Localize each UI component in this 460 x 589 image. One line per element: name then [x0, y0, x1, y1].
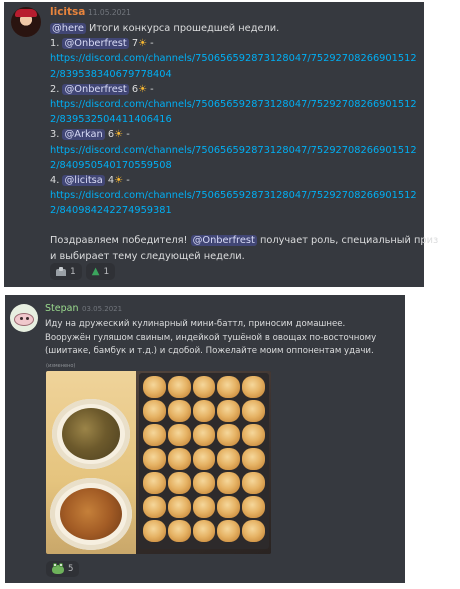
- reactions-bar: 1 ▲ 1: [50, 263, 116, 280]
- result-number: 4.: [50, 174, 60, 186]
- food-photo[interactable]: [46, 371, 271, 554]
- congrats-text-line2: и выбирает тему следующей недели.: [50, 250, 245, 262]
- goulash-container: [50, 478, 132, 550]
- green-up-arrow-icon: ▲: [91, 266, 100, 277]
- reactions-bar: 5: [46, 561, 80, 577]
- message-link-cont[interactable]: 2/839532504411406416: [50, 112, 420, 127]
- sun-icon: ☀: [138, 38, 148, 50]
- sun-icon: ☀: [138, 83, 148, 95]
- dash: -: [126, 129, 130, 141]
- congrats-text: Поздравляем победителя!: [50, 235, 188, 247]
- avatar[interactable]: [10, 304, 38, 332]
- message-link[interactable]: https://discord.com/channels/75065659287…: [50, 143, 420, 158]
- message-card-1: licitsa 11.05.2021 @here Итоги конкурса …: [4, 2, 438, 287]
- message-link-cont[interactable]: 2/840984242274959381: [50, 203, 420, 218]
- result-entry: 2. @Onberfrest 6☀ -: [50, 82, 420, 97]
- message-link[interactable]: https://discord.com/channels/75065659287…: [50, 97, 420, 112]
- reaction-headstone[interactable]: 1: [50, 263, 82, 280]
- message-body: Иду на дружеский кулинарный мини-баттл, …: [45, 318, 400, 359]
- timestamp: 11.05.2021: [88, 8, 131, 17]
- result-entry: 3. @Arkan 6☀ -: [50, 127, 420, 142]
- reaction-count: 5: [68, 564, 74, 574]
- buns-grid: [142, 375, 266, 543]
- avatar[interactable]: [11, 7, 41, 37]
- message-body: @here Итоги конкурса прошедшей недели. 1…: [50, 21, 438, 264]
- stew-container: [52, 399, 130, 469]
- author-name[interactable]: Stepan: [45, 303, 78, 314]
- image-caption: (изменено): [46, 363, 76, 369]
- reaction-count: 1: [103, 266, 110, 277]
- message-link-cont[interactable]: 2/839538340679778404: [50, 67, 420, 82]
- timestamp: 03.05.2021: [82, 305, 123, 313]
- message-link[interactable]: https://discord.com/channels/75065659287…: [50, 51, 420, 66]
- user-mention[interactable]: @Onberfrest: [62, 38, 129, 50]
- result-number: 2.: [50, 83, 60, 95]
- dash: -: [126, 174, 130, 186]
- sun-icon: ☀: [114, 174, 124, 186]
- message-card-2: Stepan 03.05.2021 Иду на дружеский кулин…: [5, 295, 405, 583]
- message-line: (шиитаке, бамбук и т.д.) и сдобой. Пожел…: [45, 346, 374, 357]
- intro-text: Итоги конкурса прошедшей недели.: [89, 23, 280, 34]
- reaction-frog[interactable]: 5: [46, 561, 80, 577]
- frog-icon: [52, 562, 64, 574]
- user-mention[interactable]: @Onberfrest: [62, 83, 129, 95]
- author-name[interactable]: licitsa: [50, 6, 85, 18]
- sun-icon: ☀: [114, 129, 124, 141]
- result-number: 1.: [50, 38, 60, 50]
- reaction-up-arrow[interactable]: ▲ 1: [85, 263, 116, 280]
- result-entry: 4. @licitsa 4☀ -: [50, 173, 420, 188]
- message-line: Иду на дружеский кулинарный мини-баттл, …: [45, 319, 346, 329]
- user-mention[interactable]: @licitsa: [62, 174, 105, 186]
- dash: -: [150, 83, 154, 95]
- result-entry: 1. @Onberfrest 7☀ -: [50, 36, 420, 51]
- congrats-text-suffix: получает роль, специальный приз: [259, 235, 439, 247]
- result-number: 3.: [50, 129, 60, 141]
- message-line: Вооружён гуляшом свиным, индейкой тушёно…: [45, 332, 377, 343]
- message-link-cont[interactable]: 2/840950540170559508: [50, 158, 420, 173]
- headstone-icon: [56, 267, 66, 276]
- mention-here[interactable]: @here: [50, 23, 86, 34]
- reaction-count: 1: [70, 266, 76, 277]
- user-mention[interactable]: @Arkan: [62, 129, 105, 141]
- user-mention[interactable]: @Onberfrest: [190, 235, 257, 247]
- dash: -: [150, 38, 154, 50]
- message-link[interactable]: https://discord.com/channels/75065659287…: [50, 188, 420, 203]
